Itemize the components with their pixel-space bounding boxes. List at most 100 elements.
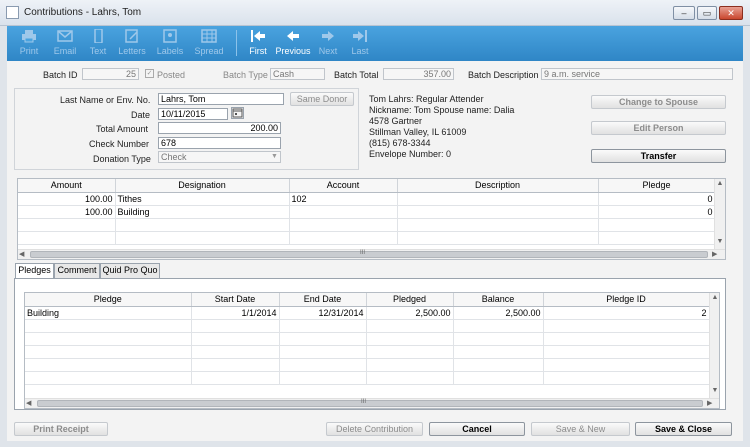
first-record-icon <box>251 30 265 42</box>
text-button[interactable]: Text <box>83 26 113 61</box>
check-number-label: Check Number <box>89 139 150 149</box>
pledge-grid[interactable]: Pledge Start Date End Date Pledged Balan… <box>24 292 720 409</box>
batch-type-label: Batch Type <box>223 70 268 80</box>
donation-type-label: Donation Type <box>93 154 151 164</box>
column-header-pledge-name[interactable]: Pledge <box>25 293 192 307</box>
vertical-scrollbar[interactable]: ▲ ▼ <box>714 179 725 249</box>
scroll-right-icon[interactable]: ▶ <box>707 399 712 408</box>
scroll-down-icon[interactable]: ▼ <box>710 386 719 396</box>
table-row[interactable]: 100.00 Tithes 102 0 <box>18 192 716 206</box>
posted-checkbox[interactable]: ✓ <box>145 69 154 78</box>
labels-button[interactable]: Labels <box>151 26 189 61</box>
table-row[interactable] <box>25 332 710 346</box>
app-icon <box>6 6 19 19</box>
name-field[interactable]: Lahrs, Tom <box>158 93 284 105</box>
total-amount-field[interactable]: 200.00 <box>158 122 281 134</box>
column-header-end-date[interactable]: End Date <box>279 293 367 307</box>
same-donor-button[interactable]: Same Donor <box>290 92 354 106</box>
total-amount-label: Total Amount <box>96 124 149 134</box>
table-row[interactable] <box>25 358 710 372</box>
batch-type-field[interactable]: Cash <box>270 68 325 80</box>
previous-button[interactable]: Previous <box>273 26 313 61</box>
column-header-balance[interactable]: Balance <box>453 293 544 307</box>
label-icon <box>163 29 177 43</box>
table-row[interactable]: Building 1/1/2014 12/31/2014 2,500.00 2,… <box>25 306 710 320</box>
batch-total-field[interactable]: 357.00 <box>383 68 454 80</box>
calendar-icon[interactable] <box>231 107 244 119</box>
print-button[interactable]: Print <box>11 26 47 61</box>
spreadsheet-icon <box>201 29 217 43</box>
scroll-left-icon[interactable]: ◀ <box>26 399 31 408</box>
vertical-scrollbar[interactable]: ▲ ▼ <box>709 293 719 398</box>
batch-description-field[interactable]: 9 a.m. service <box>541 68 733 80</box>
scroll-grip: III <box>360 250 366 256</box>
next-arrow-icon <box>322 31 334 41</box>
table-row[interactable] <box>25 371 710 385</box>
maximize-button[interactable]: ▭ <box>697 6 717 20</box>
delete-contribution-button[interactable]: Delete Contribution <box>326 422 423 436</box>
tab-pledges[interactable]: Pledges <box>15 263 54 279</box>
save-and-close-button[interactable]: Save & Close <box>635 422 732 436</box>
column-header-start-date[interactable]: Start Date <box>191 293 280 307</box>
batch-total-label: Batch Total <box>334 70 379 80</box>
scroll-up-icon[interactable]: ▲ <box>715 179 725 189</box>
column-header-description[interactable]: Description <box>397 179 599 193</box>
column-header-pledge-id[interactable]: Pledge ID <box>543 293 710 307</box>
transfer-button[interactable]: Transfer <box>591 149 726 163</box>
donation-type-select[interactable]: Check <box>158 151 281 163</box>
date-label: Date <box>131 110 151 120</box>
column-header-pledge[interactable]: Pledge <box>598 179 716 193</box>
scroll-right-icon[interactable]: ▶ <box>712 250 717 259</box>
column-header-designation[interactable]: Designation <box>115 179 290 193</box>
table-row[interactable] <box>18 218 716 232</box>
scroll-grip: III <box>361 399 367 405</box>
title-bar[interactable]: Contributions - Lahrs, Tom – ▭ ✕ <box>0 0 750 26</box>
toolbar-separator <box>236 30 237 56</box>
scrollbar-thumb[interactable] <box>37 400 703 407</box>
previous-arrow-icon <box>287 31 299 41</box>
date-field[interactable]: 10/11/2015 <box>158 108 228 120</box>
scrollbar-thumb[interactable] <box>30 251 708 258</box>
batch-id-label: Batch ID <box>43 70 78 80</box>
cancel-button[interactable]: Cancel <box>429 422 525 436</box>
column-header-account[interactable]: Account <box>289 179 398 193</box>
window-title: Contributions - Lahrs, Tom <box>24 7 142 18</box>
tab-quid-pro-quo[interactable]: Quid Pro Quo <box>100 263 160 278</box>
spread-button[interactable]: Spread <box>189 26 229 61</box>
column-header-amount[interactable]: Amount <box>18 179 116 193</box>
column-header-pledged[interactable]: Pledged <box>366 293 454 307</box>
next-button[interactable]: Next <box>313 26 343 61</box>
horizontal-scrollbar[interactable]: ◀ III ▶ <box>18 249 725 259</box>
toolbar: Print Email Text Letters Labels Spread F… <box>7 26 743 61</box>
table-row[interactable] <box>18 231 716 245</box>
scroll-up-icon[interactable]: ▲ <box>710 293 719 303</box>
horizontal-scrollbar[interactable]: ◀ III ▶ <box>25 398 719 408</box>
person-city: Stillman Valley, IL 61009 <box>369 127 467 137</box>
phone-icon <box>94 28 103 44</box>
person-nickname: Nickname: Tom Spouse name: Dalia <box>369 105 515 115</box>
close-button[interactable]: ✕ <box>719 6 743 20</box>
envelope-icon <box>57 30 73 42</box>
minimize-button[interactable]: – <box>673 6 695 20</box>
table-row[interactable]: 100.00 Building 0 <box>18 205 716 219</box>
save-and-new-button[interactable]: Save & New <box>531 422 630 436</box>
designation-grid[interactable]: Amount Designation Account Description P… <box>17 178 726 260</box>
tab-comment[interactable]: Comment <box>54 263 100 278</box>
check-number-field[interactable]: 678 <box>158 137 281 149</box>
last-button[interactable]: Last <box>345 26 375 61</box>
email-button[interactable]: Email <box>47 26 83 61</box>
change-to-spouse-button[interactable]: Change to Spouse <box>591 95 726 109</box>
batch-id-field[interactable]: 25 <box>82 68 139 80</box>
edit-person-button[interactable]: Edit Person <box>591 121 726 135</box>
table-row[interactable] <box>25 345 710 359</box>
letters-button[interactable]: Letters <box>113 26 151 61</box>
scroll-down-icon[interactable]: ▼ <box>715 237 725 247</box>
first-button[interactable]: First <box>243 26 273 61</box>
person-summary: Tom Lahrs: Regular Attender <box>369 94 484 104</box>
person-address: 4578 Gartner <box>369 116 423 126</box>
scroll-left-icon[interactable]: ◀ <box>19 250 24 259</box>
table-row[interactable] <box>25 319 710 333</box>
person-envelope: Envelope Number: 0 <box>369 149 452 159</box>
print-receipt-button[interactable]: Print Receipt <box>14 422 108 436</box>
name-label: Last Name or Env. No. <box>60 95 151 105</box>
